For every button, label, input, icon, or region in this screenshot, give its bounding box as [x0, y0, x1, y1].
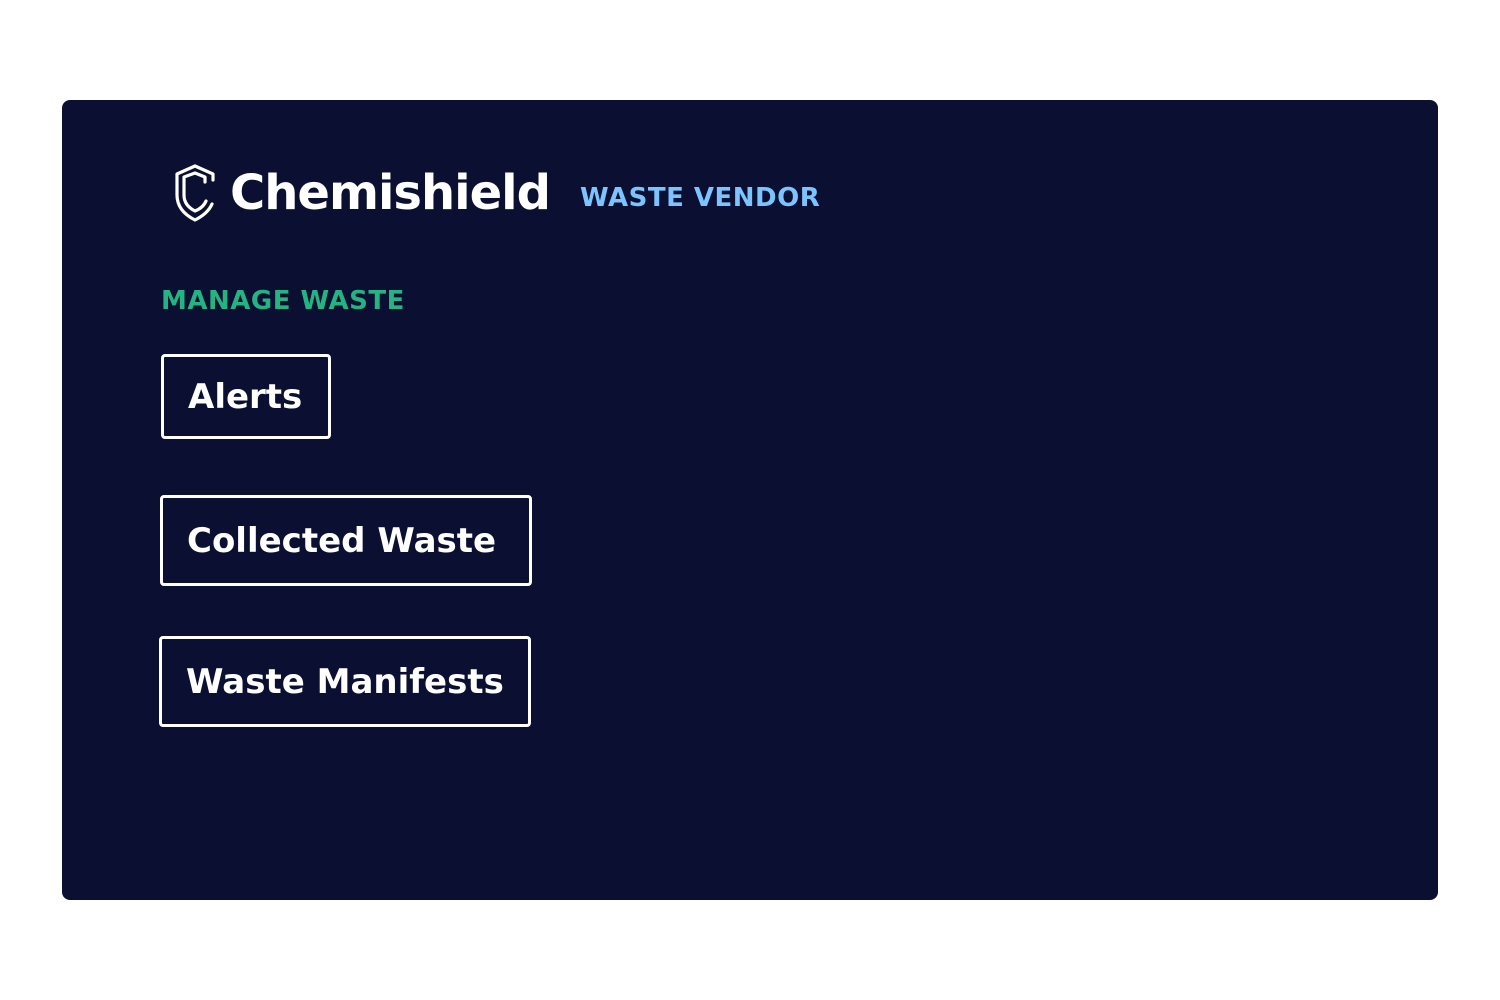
alerts-button[interactable]: Alerts	[161, 354, 331, 439]
brand-name: Chemishield	[230, 165, 551, 221]
brand-role-label: WASTE VENDOR	[579, 183, 821, 213]
brand-header: Chemishield WASTE VENDOR	[172, 162, 820, 224]
main-panel: Chemishield WASTE VENDOR MANAGE WASTE Al…	[62, 100, 1438, 900]
collected-waste-button[interactable]: Collected Waste	[160, 495, 532, 586]
shield-c-icon	[175, 164, 215, 222]
section-label-manage-waste: MANAGE WASTE	[161, 286, 405, 316]
waste-manifests-button[interactable]: Waste Manifests	[159, 636, 531, 727]
